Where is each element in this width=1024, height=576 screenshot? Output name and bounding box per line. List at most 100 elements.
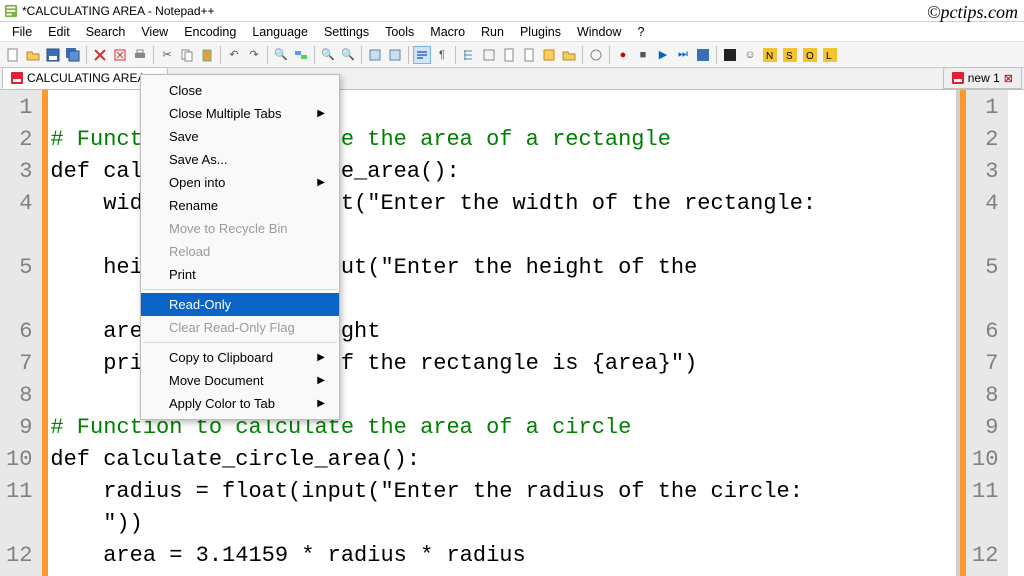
line-number: 9 [972,412,998,444]
n-badge-icon[interactable]: N [761,46,779,64]
wordwrap-icon[interactable] [413,46,431,64]
indent-guide-icon[interactable] [460,46,478,64]
func-list-icon[interactable] [540,46,558,64]
tab-label: new 1 [968,71,1000,85]
record-icon[interactable]: ● [614,46,632,64]
app-icon [4,4,18,18]
menu-view[interactable]: View [133,23,176,41]
menu-run[interactable]: Run [473,23,512,41]
line-number [972,508,998,540]
undo-icon[interactable]: ↶ [225,46,243,64]
context-menu-label: Save [169,129,199,144]
smiley-icon[interactable]: ☺ [741,46,759,64]
monitoring-icon[interactable] [587,46,605,64]
doc-map-icon[interactable] [500,46,518,64]
menu-search[interactable]: Search [78,23,134,41]
zoom-in-icon[interactable]: 🔍 [319,46,337,64]
menu-tools[interactable]: Tools [377,23,422,41]
line-number: 7 [6,348,32,380]
code-line[interactable]: area = 3.14159 * radius * radius [50,540,956,572]
toolbar-separator [408,46,409,64]
save-all-icon[interactable] [64,46,82,64]
save-icon[interactable] [44,46,62,64]
line-number: 1 [972,92,998,124]
dark-badge-icon[interactable] [721,46,739,64]
menu-encoding[interactable]: Encoding [176,23,244,41]
context-menu-item[interactable]: Copy to Clipboard▶ [141,346,339,369]
menu-window[interactable]: Window [569,23,629,41]
line-number [972,220,998,252]
context-menu-item[interactable]: Close [141,79,339,102]
sync-h-icon[interactable] [386,46,404,64]
line-number: 12 [6,540,32,572]
menu-edit[interactable]: Edit [40,23,78,41]
menu-file[interactable]: File [4,23,40,41]
toolbar-separator [716,46,717,64]
line-number [6,220,32,252]
find-icon[interactable]: 🔍 [272,46,290,64]
line-number-gutter: 1234 5 67891011 12131415 [0,90,48,576]
line-number [972,284,998,316]
tab-other[interactable]: new 1 ⊠ [943,67,1022,89]
context-menu-item[interactable]: Print [141,263,339,286]
folder-workspace-icon[interactable] [560,46,578,64]
open-file-icon[interactable] [24,46,42,64]
line-number: 2 [6,124,32,156]
save-macro-icon[interactable] [694,46,712,64]
l-badge-icon[interactable]: L [821,46,839,64]
toolbar-separator [609,46,610,64]
zoom-out-icon[interactable]: 🔍 [339,46,357,64]
submenu-arrow-icon: ▶ [317,398,325,409]
context-menu-item[interactable]: Save As... [141,148,339,171]
copy-icon[interactable] [178,46,196,64]
sync-v-icon[interactable] [366,46,384,64]
line-number: 3 [972,156,998,188]
show-all-chars-icon[interactable]: ¶ [433,46,451,64]
menu-language[interactable]: Language [244,23,316,41]
line-number: 5 [6,252,32,284]
tab-label: CALCULATING AREA [27,71,145,85]
line-number: 11 [972,476,998,508]
close-icon[interactable] [91,46,109,64]
code-line[interactable]: radius = float(input("Enter the radius o… [50,476,956,508]
context-menu-item[interactable]: Close Multiple Tabs▶ [141,102,339,125]
s-badge-icon[interactable]: S [781,46,799,64]
context-menu-item[interactable]: Save [141,125,339,148]
menu-help[interactable]: ? [629,23,652,41]
play-multi-icon[interactable]: ⏭ [674,46,692,64]
tab-close-icon[interactable]: ⊠ [1004,72,1013,85]
context-menu-separator [143,342,337,343]
replace-icon[interactable] [292,46,310,64]
paste-icon[interactable] [198,46,216,64]
doc-list-icon[interactable] [520,46,538,64]
userlang-icon[interactable] [480,46,498,64]
o-badge-icon[interactable]: O [801,46,819,64]
context-menu-item[interactable]: Rename [141,194,339,217]
print-icon[interactable] [131,46,149,64]
close-all-icon[interactable] [111,46,129,64]
code-line[interactable]: ")) [50,508,956,540]
context-menu-item[interactable]: Apply Color to Tab▶ [141,392,339,415]
context-menu-label: Clear Read-Only Flag [169,320,295,335]
play-icon[interactable]: ▶ [654,46,672,64]
code-line[interactable]: print(f"The area of the circle is {area}… [50,572,956,576]
cut-icon[interactable]: ✂ [158,46,176,64]
redo-icon[interactable]: ↷ [245,46,263,64]
menu-settings[interactable]: Settings [316,23,377,41]
context-menu-item[interactable]: Move Document▶ [141,369,339,392]
menu-macro[interactable]: Macro [422,23,473,41]
line-number: 2 [972,124,998,156]
toolbar-separator [314,46,315,64]
context-menu-item[interactable]: Open into▶ [141,171,339,194]
toolbar-separator [361,46,362,64]
code-line[interactable]: def calculate_circle_area(): [50,444,956,476]
menu-plugins[interactable]: Plugins [512,23,569,41]
stop-icon[interactable]: ■ [634,46,652,64]
context-menu-item[interactable]: Read-Only [141,293,339,316]
line-number: 10 [972,444,998,476]
line-number: 8 [972,380,998,412]
context-menu-label: Read-Only [169,297,231,312]
svg-text:O: O [806,51,814,62]
context-menu-separator [143,289,337,290]
new-file-icon[interactable] [4,46,22,64]
